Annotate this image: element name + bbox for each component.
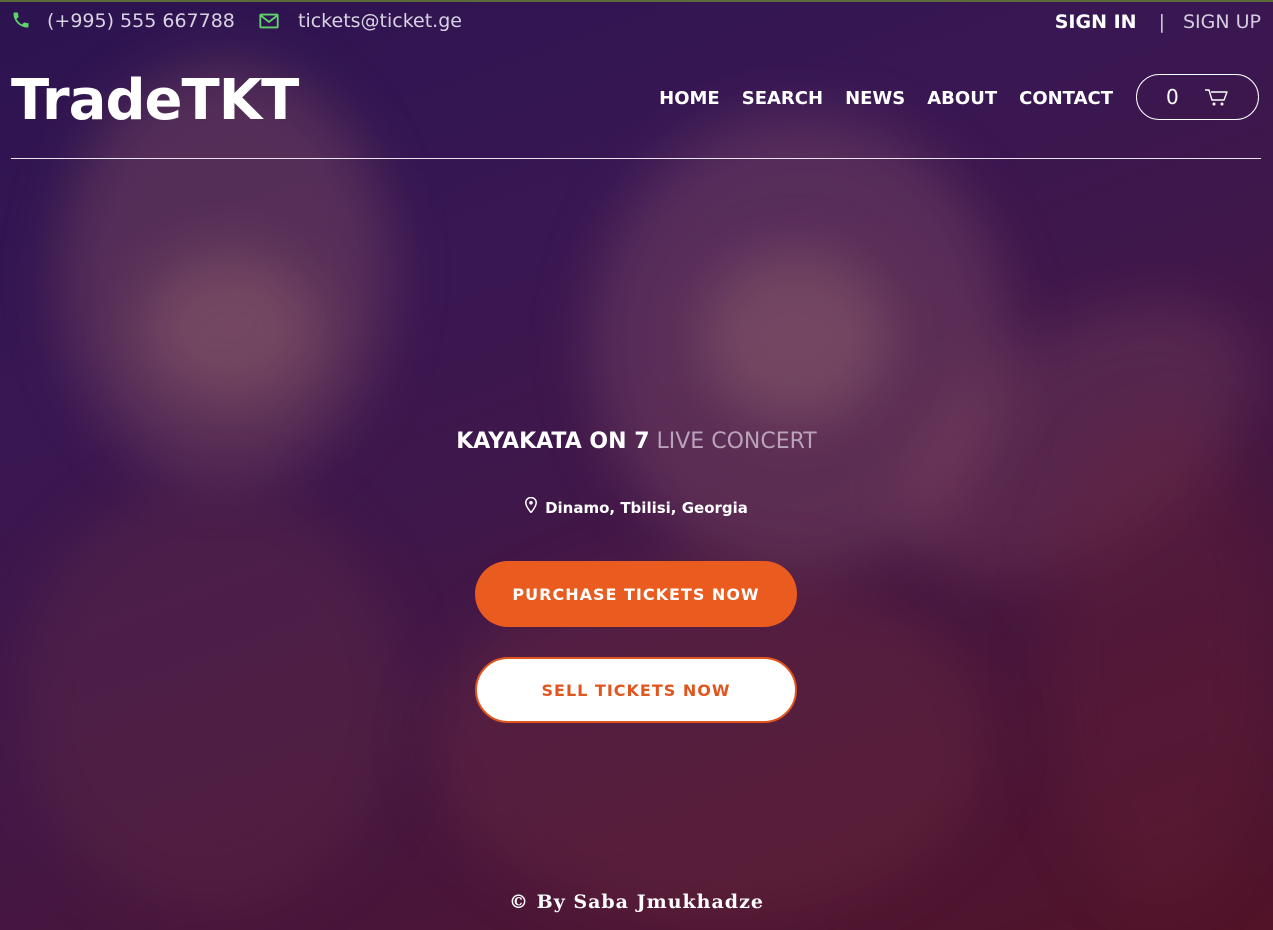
cart-icon (1204, 86, 1230, 108)
event-location: Dinamo, Tbilisi, Georgia (0, 496, 1273, 517)
phone-number: (+995) 555 667788 (47, 10, 235, 32)
auth-separator: | (1158, 11, 1165, 33)
location-text: Dinamo, Tbilisi, Georgia (545, 499, 748, 517)
event-title: KAYAKATA ON 7 LIVE CONCERT (0, 429, 1273, 454)
nav-news[interactable]: NEWS (845, 88, 905, 109)
email-contact[interactable]: tickets@ticket.ge (258, 10, 462, 32)
cart-count: 0 (1166, 85, 1179, 109)
nav-home[interactable]: HOME (659, 88, 720, 109)
sign-in-link[interactable]: SIGN IN (1055, 11, 1137, 33)
nav-about[interactable]: ABOUT (927, 88, 997, 109)
event-type: LIVE CONCERT (656, 429, 817, 454)
phone-contact[interactable]: (+995) 555 667788 (11, 10, 235, 32)
header-divider (11, 158, 1261, 159)
site-logo[interactable]: TradeTKT (11, 68, 299, 133)
phone-icon (11, 10, 33, 32)
page: (+995) 555 667788 tickets@ticket.ge SIGN… (0, 0, 1273, 930)
nav-contact[interactable]: CONTACT (1019, 88, 1113, 109)
nav-search[interactable]: SEARCH (742, 88, 823, 109)
sign-up-link[interactable]: SIGN UP (1183, 11, 1261, 33)
sell-tickets-button[interactable]: SELL TICKETS NOW (475, 657, 797, 723)
footer-credit: © By Saba Jmukhadze (509, 891, 764, 913)
cart-button[interactable]: 0 (1136, 74, 1259, 120)
contact-bar: (+995) 555 667788 tickets@ticket.ge SIGN… (0, 2, 1273, 46)
purchase-tickets-button[interactable]: PURCHASE TICKETS NOW (475, 561, 797, 627)
event-name: KAYAKATA ON 7 (456, 429, 650, 454)
email-address: tickets@ticket.ge (298, 10, 462, 32)
auth-links: SIGN IN | SIGN UP (1055, 11, 1261, 33)
map-pin-icon (525, 496, 538, 514)
hero-background-image (0, 2, 1273, 930)
mail-icon (258, 10, 280, 32)
main-nav: HOME SEARCH NEWS ABOUT CONTACT (637, 88, 1113, 109)
